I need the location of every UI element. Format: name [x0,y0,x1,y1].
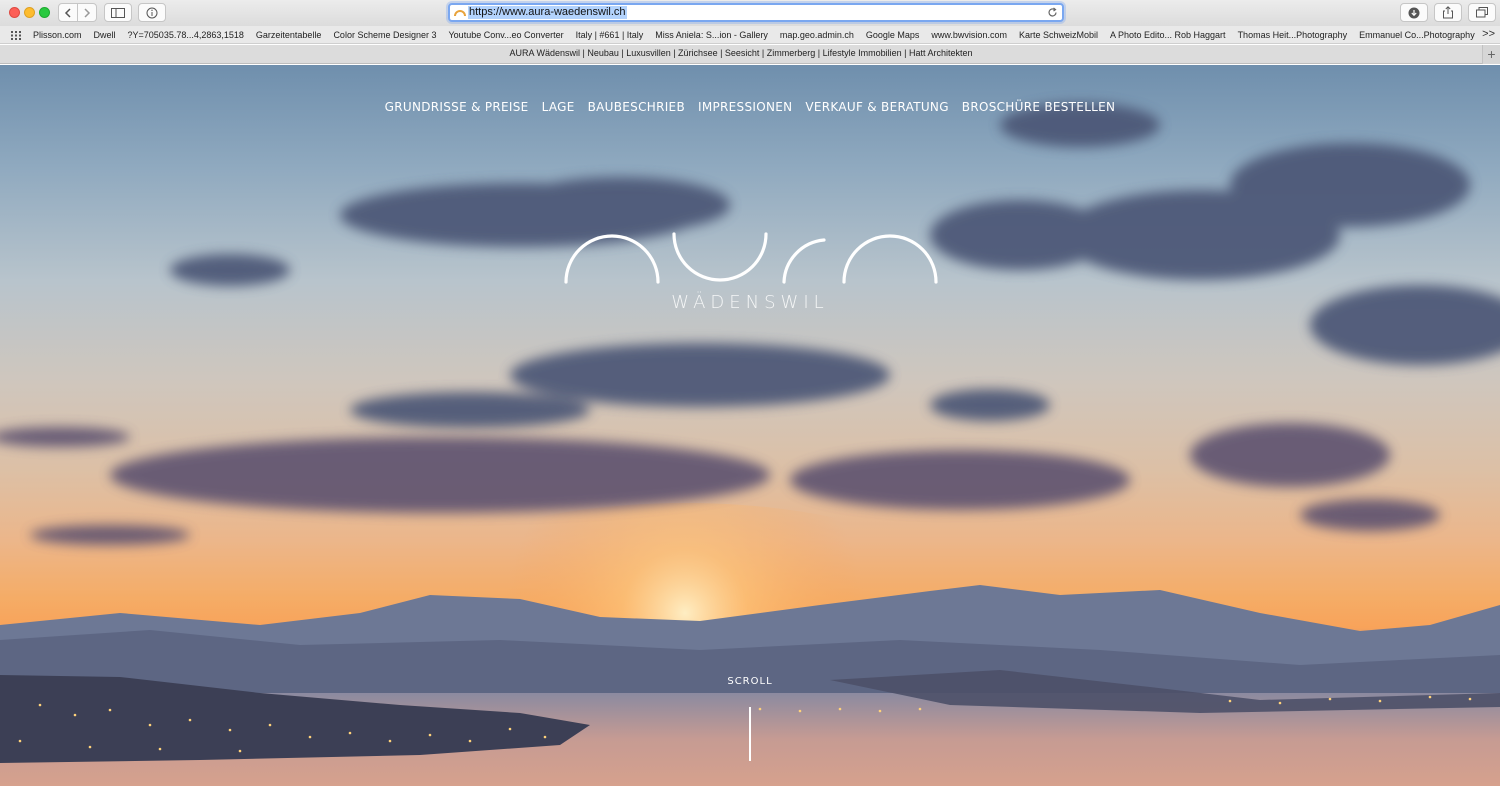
bookmarks-bar: Plisson.com Dwell ?Y=705035.78...4,2863,… [0,26,1500,44]
main-navigation: GRUNDRISSE & PREISE LAGE BAUBESCHRIEB IM… [0,100,1500,114]
bookmark-item[interactable]: Garzeitentabelle [256,30,322,40]
close-window-button[interactable] [9,7,20,18]
tabs-overview-icon [1476,7,1488,18]
scroll-label[interactable]: SCROLL [700,676,800,687]
site-info-button[interactable] [138,3,166,22]
download-icon [1408,7,1420,18]
bookmark-item[interactable]: Miss Aniela: S...ion - Gallery [655,30,768,40]
logo-arc-r [782,238,826,284]
reload-icon[interactable] [1047,7,1058,18]
bookmarks-overflow-button[interactable]: >> [1482,28,1495,40]
share-button[interactable] [1434,3,1462,22]
grid-icon[interactable] [11,31,22,40]
new-tab-button[interactable]: + [1482,45,1500,64]
logo-arc-u [672,232,768,282]
aura-logo[interactable] [562,230,940,290]
tab-bar: AURA Wädenswil | Neubau | Luxusvillen | … [0,45,1500,64]
bookmark-item[interactable]: Karte SchweizMobil [1019,30,1098,40]
bookmark-item[interactable]: A Photo Edito... Rob Haggart [1110,30,1226,40]
bookmark-item[interactable]: Italy | #661 | Italy [576,30,644,40]
bookmark-item[interactable]: www.bwvision.com [931,30,1007,40]
nav-link-grundrisse[interactable]: GRUNDRISSE & PREISE [385,100,529,114]
browser-toolbar: https://www.aura-waedenswil.ch [0,0,1500,26]
share-icon [1443,6,1453,19]
bookmark-list: Plisson.com Dwell ?Y=705035.78...4,2863,… [33,26,1487,44]
logo-arc-a [564,234,660,284]
bookmark-item[interactable]: ?Y=705035.78...4,2863,1518 [128,30,244,40]
show-tabs-button[interactable] [1468,3,1496,22]
forward-button[interactable] [77,3,97,22]
bookmark-item[interactable]: Plisson.com [33,30,82,40]
logo-arc-a2 [842,234,938,284]
info-icon [146,7,158,18]
site-favicon-icon [454,10,466,17]
nav-link-verkauf[interactable]: VERKAUF & BERATUNG [805,100,948,114]
scroll-indicator-line[interactable] [749,707,751,761]
sidebar-toggle-button[interactable] [104,3,132,22]
logo-subtitle: WÄDENSWIL [671,292,829,313]
bookmark-item[interactable]: Google Maps [866,30,920,40]
address-bar[interactable]: https://www.aura-waedenswil.ch [448,3,1064,22]
nav-link-impressionen[interactable]: IMPRESSIONEN [698,100,792,114]
bookmark-item[interactable]: Color Scheme Designer 3 [333,30,436,40]
bookmark-item[interactable]: Thomas Heit...Photography [1238,30,1348,40]
minimize-window-button[interactable] [24,7,35,18]
downloads-button[interactable] [1400,3,1428,22]
nav-link-lage[interactable]: LAGE [542,100,575,114]
chevron-right-icon [84,7,91,18]
zoom-window-button[interactable] [39,7,50,18]
nav-link-baubeschrieb[interactable]: BAUBESCHRIEB [588,100,685,114]
active-tab-title[interactable]: AURA Wädenswil | Neubau | Luxusvillen | … [0,48,1482,58]
chevron-left-icon [64,7,71,18]
bookmark-item[interactable]: Emmanuel Co...Photography [1359,30,1475,40]
bookmark-item[interactable]: map.geo.admin.ch [780,30,854,40]
bookmark-item[interactable]: Dwell [94,30,116,40]
back-button[interactable] [58,3,78,22]
nav-link-broschuere[interactable]: BROSCHÜRE BESTELLEN [962,100,1116,114]
address-url[interactable]: https://www.aura-waedenswil.ch [468,6,627,19]
sidebar-icon [111,7,125,18]
bookmark-item[interactable]: Youtube Conv...eo Converter [449,30,564,40]
hero-section: GRUNDRISSE & PREISE LAGE BAUBESCHRIEB IM… [0,65,1500,786]
